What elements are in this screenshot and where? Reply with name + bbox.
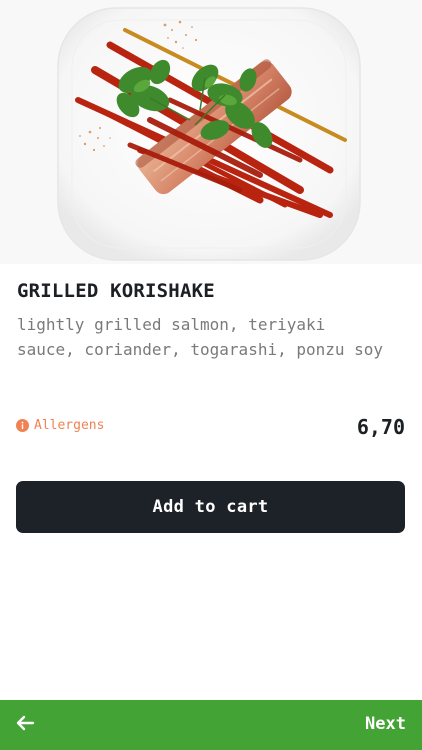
- bottom-nav-bar: Next: [0, 700, 422, 750]
- product-price: 6,70: [356, 415, 405, 439]
- add-to-cart-button[interactable]: Add to cart: [16, 481, 405, 533]
- info-icon: [16, 419, 29, 432]
- product-title: GRILLED KORISHAKE: [17, 280, 215, 302]
- next-button[interactable]: Next: [365, 714, 406, 734]
- allergens-link[interactable]: Allergens: [16, 418, 104, 433]
- product-description: lightly grilled salmon, teriyaki sauce, …: [17, 315, 384, 359]
- allergens-label: Allergens: [34, 418, 105, 433]
- arrow-left-icon: [15, 715, 35, 735]
- product-detail-screen: GRILLED KORISHAKE lightly grilled salmon…: [0, 0, 422, 750]
- back-button[interactable]: [10, 710, 40, 740]
- product-image: [0, 0, 422, 264]
